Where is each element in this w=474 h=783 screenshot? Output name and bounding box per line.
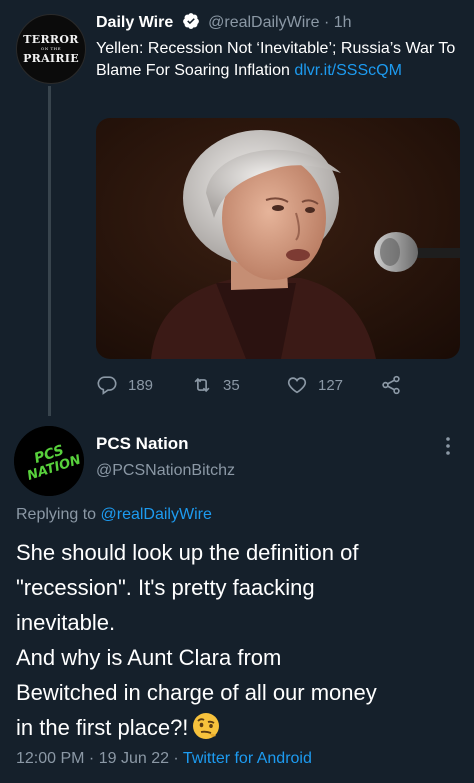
share-icon[interactable]: [380, 374, 402, 396]
tweet2-metadata: 12:00 PM · 19 Jun 22 · Twitter for Andro…: [16, 750, 312, 768]
like-action[interactable]: 127: [286, 374, 343, 396]
tweet2-source[interactable]: Twitter for Android: [183, 750, 312, 767]
tweet1-link[interactable]: dlvr.it/SSScQM: [294, 62, 402, 79]
reply-action[interactable]: 189: [96, 374, 153, 396]
meta-dot: ·: [168, 750, 183, 767]
meta-dot: ·: [84, 750, 99, 767]
tweet2-line-last: in the first place?!: [16, 710, 466, 745]
retweet-count: 35: [223, 376, 240, 394]
thread-connector-line: [48, 86, 51, 416]
like-icon[interactable]: [286, 374, 308, 396]
replying-to-handle[interactable]: @realDailyWire: [101, 506, 212, 523]
tweet2-text: She should look up the definition of "re…: [16, 535, 466, 745]
tweet2-line: "recession". It's pretty faacking: [16, 575, 315, 600]
avatar-pcs-nation[interactable]: PCS NATION: [14, 426, 84, 496]
tweet2-line: in the first place?!: [16, 715, 189, 740]
retweet-action[interactable]: 35: [191, 374, 240, 396]
tweet2-handle[interactable]: @PCSNationBitchz: [96, 462, 235, 480]
tweet2-line: inevitable.: [16, 610, 116, 635]
tweet1-text: Yellen: Recession Not ‘Inevitable’; Russ…: [96, 38, 462, 82]
tweet1-header: Daily Wire @realDailyWire · 1h: [96, 12, 352, 32]
face-with-raised-eyebrow-emoji-icon: [193, 713, 220, 739]
tweet2-date[interactable]: 19 Jun 22: [99, 750, 169, 767]
share-action[interactable]: [380, 374, 402, 396]
tweet1-author-name[interactable]: Daily Wire: [96, 14, 173, 31]
pcs-nation-logo: PCS NATION: [14, 426, 84, 496]
reply-count: 189: [128, 376, 154, 394]
tweet1-handle[interactable]: @realDailyWire: [208, 14, 319, 31]
replying-to-line: Replying to @realDailyWire: [16, 506, 212, 524]
retweet-icon[interactable]: [191, 374, 213, 396]
tweet2-line: She should look up the definition of: [16, 540, 359, 565]
tweet2-author-name[interactable]: PCS Nation: [96, 434, 189, 454]
tweet1-action-bar: 189 35 127: [96, 374, 426, 398]
avatar-text-line2: ON THE: [40, 46, 62, 51]
tweet1-media-image[interactable]: [96, 118, 460, 359]
tweet2-line: Bewitched in charge of all our money: [16, 680, 377, 705]
verified-badge-icon: [182, 13, 199, 29]
tweet2-time[interactable]: 12:00 PM: [16, 750, 84, 767]
more-options-icon[interactable]: [444, 436, 452, 456]
tweet1-separator: ·: [323, 14, 330, 31]
replying-to-label: Replying to: [16, 506, 101, 523]
avatar-terror-on-the-prairie[interactable]: TERROR ON THE PRAIRIE: [16, 14, 86, 84]
avatar-text-line3: PRAIRIE: [23, 52, 79, 65]
avatar-text-line1: TERROR: [23, 33, 79, 46]
photo-janet-yellen-at-microphone: [96, 118, 460, 359]
reply-icon[interactable]: [96, 374, 118, 396]
tweet2-line: And why is Aunt Clara from: [16, 645, 282, 670]
tweet1-time[interactable]: 1h: [334, 14, 352, 31]
like-count: 127: [318, 376, 344, 394]
